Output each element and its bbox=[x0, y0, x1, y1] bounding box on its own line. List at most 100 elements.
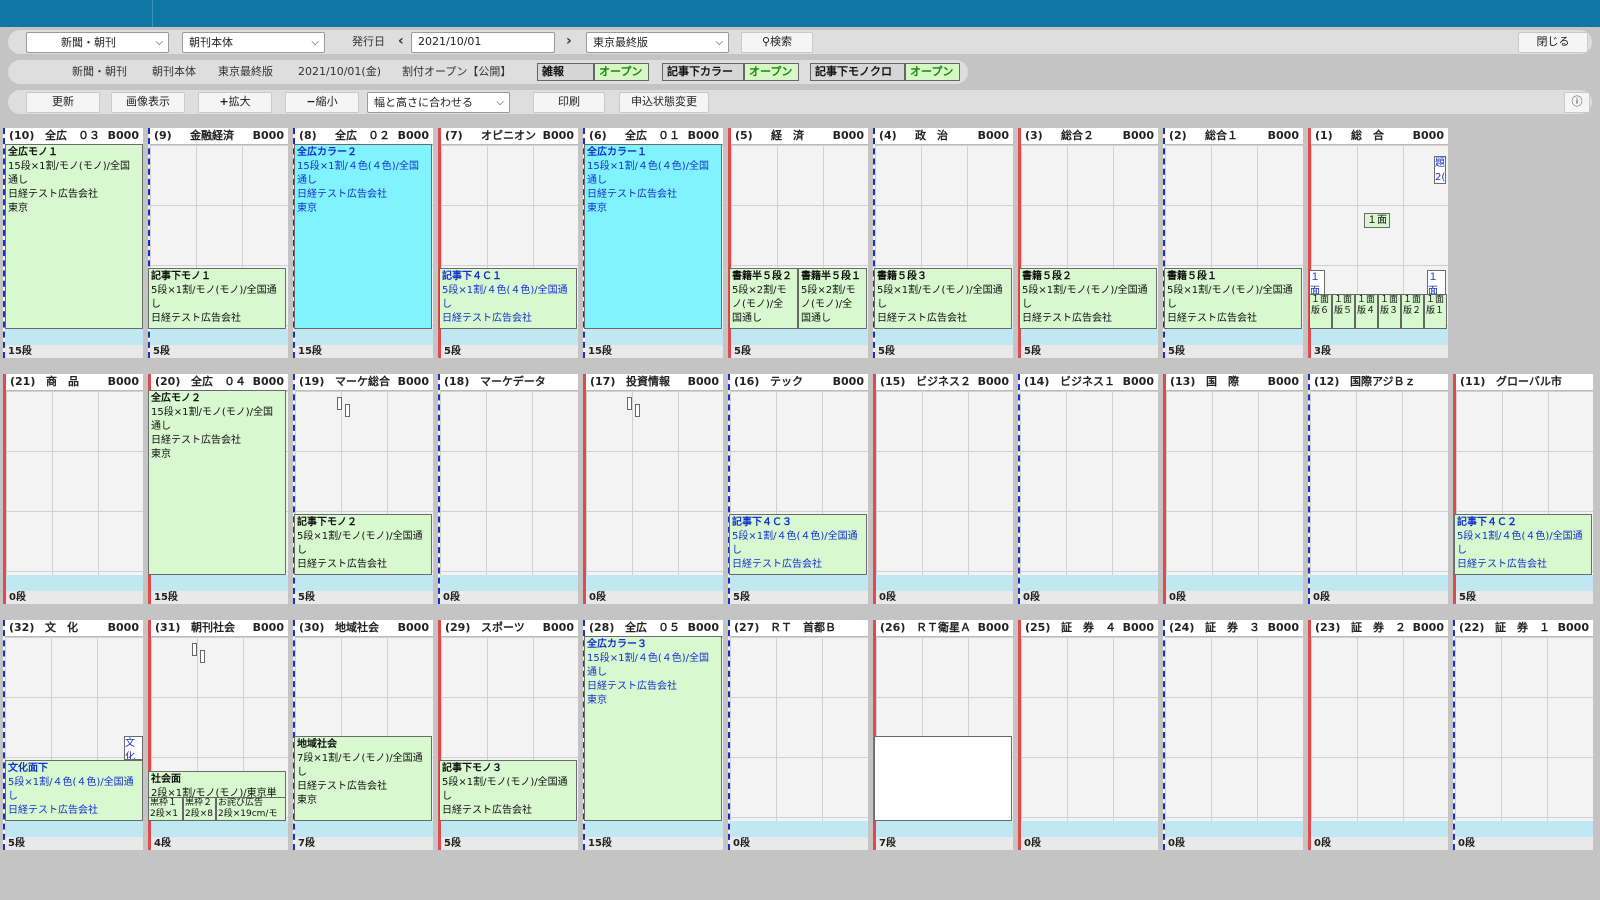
next-date-icon[interactable]: › bbox=[566, 31, 572, 52]
print-button[interactable]: 印刷 bbox=[533, 92, 605, 113]
zoom-out-button[interactable]: −縮小 bbox=[285, 92, 359, 113]
ad-line: 5段×1割/４色(４色)/全国通 bbox=[8, 777, 134, 788]
ad-block[interactable]: 全広モノ１ 15段×1割/モノ(モノ)/全国 通し 日経テスト広告会社 東京 bbox=[5, 144, 143, 329]
ad-marker[interactable] bbox=[337, 397, 342, 410]
ad-marker[interactable] bbox=[627, 397, 632, 410]
status-change-button[interactable]: 申込状態変更 bbox=[619, 92, 709, 113]
page-name: オピニオン bbox=[481, 129, 536, 142]
page-header: (22) 証 券 １ B000 bbox=[1455, 620, 1593, 637]
page-header: (9) 金融経済 B000 bbox=[150, 128, 288, 145]
ad-block[interactable]: 書籍５段１ 5段×1割/モノ(モノ)/全国通し日経テスト広告会社 bbox=[1164, 268, 1302, 329]
newspaper-page[interactable]: (18) マーケデータ 0段 bbox=[438, 374, 578, 604]
ad-block[interactable]: 文化面下 5段×1割/４色(４色)/全国通し日経テスト広告会社 bbox=[5, 760, 143, 821]
close-button[interactable]: 閉じる bbox=[1518, 32, 1588, 53]
mini-ad[interactable]: １面 版４ bbox=[1355, 294, 1378, 329]
ad-block[interactable]: 全広カラー３ 15段×1割/４色(４色)/全国 通し 日経テスト広告会社 東京 bbox=[584, 636, 722, 821]
page-header: (27) ＲＴ 首都Ｂ bbox=[730, 620, 868, 637]
page-dan-count: 0段 bbox=[1310, 591, 1448, 604]
ad-block[interactable]: １面出た bbox=[1309, 270, 1325, 296]
page-name: ビジネス２ bbox=[916, 375, 971, 388]
page-number: (28) bbox=[589, 621, 615, 634]
section-select[interactable]: 朝刊本体 ⌵ bbox=[182, 32, 325, 53]
newspaper-page[interactable]: (21) 商 品 B000 0段 bbox=[3, 374, 143, 604]
newspaper-page[interactable]: (15) ビジネス２ B000 0段 bbox=[873, 374, 1013, 604]
ad-line: 日経テスト広告会社 bbox=[297, 559, 387, 570]
ad-title: 全広カラー３ bbox=[587, 639, 647, 650]
mini-ad[interactable]: １面 版５ bbox=[1332, 294, 1355, 329]
page-name: 総合１ bbox=[1205, 129, 1238, 142]
page-bottom-band bbox=[1311, 329, 1448, 345]
mini-ad[interactable]: １面 版１ bbox=[1424, 294, 1447, 329]
ad-line: 5段×2割/モ bbox=[732, 285, 787, 296]
mini-ad[interactable]: 黒枠１ 2段×1 bbox=[148, 797, 183, 821]
ad-marker[interactable] bbox=[192, 643, 197, 656]
newspaper-page[interactable]: (27) ＲＴ 首都Ｂ 0段 bbox=[728, 620, 868, 850]
search-button-label: 検索 bbox=[770, 35, 793, 48]
mini-ad[interactable]: お詫び広告 2段×19cm/モ bbox=[216, 797, 286, 821]
ad-block[interactable]: 記事下モノ２ 5段×1割/モノ(モノ)/全国通し日経テスト広告会社 bbox=[294, 514, 432, 575]
refresh-button[interactable]: 更新 bbox=[26, 92, 100, 113]
page-grid bbox=[1310, 391, 1448, 575]
ad-block[interactable]: 全広モノ２ 15段×1割/モノ(モノ)/全国 通し 日経テスト広告会社 東京 bbox=[148, 390, 286, 575]
newspaper-page[interactable]: (17) 投資情報 B000 0段 bbox=[583, 374, 723, 604]
ad-title: 全広モノ２ bbox=[151, 393, 201, 404]
ad-block[interactable]: 記事下４Ｃ１ 5段×1割/４色(４色)/全国通し日経テスト広告会社 bbox=[439, 268, 577, 329]
ad-block[interactable]: 書籍５段３ 5段×1割/モノ(モノ)/全国通し日経テスト広告会社 bbox=[874, 268, 1012, 329]
page-header: (16) テック B000 bbox=[730, 374, 868, 391]
ad-marker[interactable] bbox=[345, 404, 350, 417]
ad-block[interactable]: 全広カラー２ 15段×1割/４色(４色)/全国 通し 日経テスト広告会社 東京 bbox=[294, 144, 432, 329]
newspaper-page[interactable]: (14) ビジネス１ B000 0段 bbox=[1018, 374, 1158, 604]
version-select[interactable]: 東京最終版 ⌵ bbox=[586, 32, 729, 53]
search-button[interactable]: ⚲検索 bbox=[741, 32, 813, 53]
chevron-down-icon: ⌵ bbox=[496, 97, 504, 108]
ad-marker[interactable] bbox=[200, 650, 205, 663]
page-bottom-band bbox=[1166, 575, 1303, 591]
date-input[interactable]: 2021/10/01 bbox=[411, 32, 555, 53]
mini-ad[interactable]: 黒枠２ 2段×8 bbox=[183, 797, 216, 821]
ad-line: 日経テスト広告会社 bbox=[1457, 559, 1547, 570]
ad-tag[interactable]: １面 bbox=[1364, 213, 1390, 228]
newspaper-page[interactable]: (22) 証 券 １ B000 0段 bbox=[1453, 620, 1593, 850]
page-header: (14) ビジネス１ B000 bbox=[1020, 374, 1158, 391]
edition-select[interactable]: 新聞・朝刊 ⌵ bbox=[26, 32, 169, 53]
page-number: (10) bbox=[9, 129, 35, 142]
ad-block[interactable]: １面出た bbox=[1427, 270, 1446, 296]
page-code: B000 bbox=[977, 375, 1009, 388]
mini-ad[interactable]: １面 版２ bbox=[1401, 294, 1424, 329]
ad-title: 社会面 bbox=[151, 774, 181, 785]
mini-ad[interactable]: １面 版６ bbox=[1309, 294, 1332, 329]
mini-ad[interactable]: １面 版３ bbox=[1378, 294, 1401, 329]
ad-marker[interactable] bbox=[635, 404, 640, 417]
newspaper-page[interactable]: (24) 証 券 ３ B000 0段 bbox=[1163, 620, 1303, 850]
ad-block[interactable]: 記事下モノ３ 5段×1割/モノ(モノ)/全国通し日経テスト広告会社 bbox=[439, 760, 577, 821]
ad-block[interactable]: 題 2( bbox=[1434, 156, 1446, 184]
page-number: (25) bbox=[1025, 621, 1051, 634]
page-header: (21) 商 品 B000 bbox=[6, 374, 143, 391]
ad-block[interactable]: 全広カラー１ 15段×1割/４色(４色)/全国 通し 日経テスト広告会社 東京 bbox=[584, 144, 722, 329]
fit-select[interactable]: 幅と高さに合わせる ⌵ bbox=[367, 92, 510, 113]
ad-empty-slot[interactable] bbox=[874, 736, 1012, 821]
page-header: (32) 文 化 B000 bbox=[5, 620, 143, 637]
page-name: 証 券 ２ bbox=[1351, 621, 1406, 634]
newspaper-page[interactable]: (12) 国際アジＢｚ 0段 bbox=[1308, 374, 1448, 604]
newspaper-page[interactable]: (13) 国 際 B000 0段 bbox=[1163, 374, 1303, 604]
newspaper-page[interactable]: (25) 証 券 ４ B000 0段 bbox=[1018, 620, 1158, 850]
info-icon[interactable]: ⓘ bbox=[1564, 92, 1590, 113]
ad-block[interactable]: 書籍半５段２ 5段×2割/モ ノ(モノ)/全 国通し bbox=[729, 268, 798, 329]
ad-block[interactable]: 記事下４Ｃ２ 5段×1割/４色(４色)/全国通し日経テスト広告会社 bbox=[1454, 514, 1592, 575]
ad-block[interactable]: 地域社会 7段×1割/モノ(モノ)/全国通し日経テスト広告会社 東京 bbox=[294, 736, 432, 821]
image-view-button[interactable]: 画像表示 bbox=[111, 92, 185, 113]
zoom-in-button[interactable]: +拡大 bbox=[198, 92, 272, 113]
newspaper-page[interactable]: (23) 証 券 ２ B000 0段 bbox=[1308, 620, 1448, 850]
ad-block[interactable]: 書籍５段２ 5段×1割/モノ(モノ)/全国通し日経テスト広告会社 bbox=[1019, 268, 1157, 329]
ad-line: 日経テスト広告会社 bbox=[587, 189, 677, 200]
ad-block[interactable]: 記事下４Ｃ３ 5段×1割/４色(４色)/全国通し日経テスト広告会社 bbox=[729, 514, 867, 575]
ad-block[interactable]: 文化出 bbox=[124, 736, 143, 760]
ad-block[interactable]: 書籍半５段１ 5段×2割/モ ノ(モノ)/全 国通し bbox=[798, 268, 867, 329]
page-number: (32) bbox=[9, 621, 35, 634]
prev-date-icon[interactable]: ‹ bbox=[398, 31, 404, 52]
page-bottom-band bbox=[6, 575, 143, 591]
ad-block[interactable]: 記事下モノ１ 5段×1割/モノ(モノ)/全国通し日経テスト広告会社 bbox=[148, 268, 286, 329]
ad-line: し bbox=[1167, 299, 1177, 310]
page-bottom-band bbox=[876, 821, 1013, 837]
